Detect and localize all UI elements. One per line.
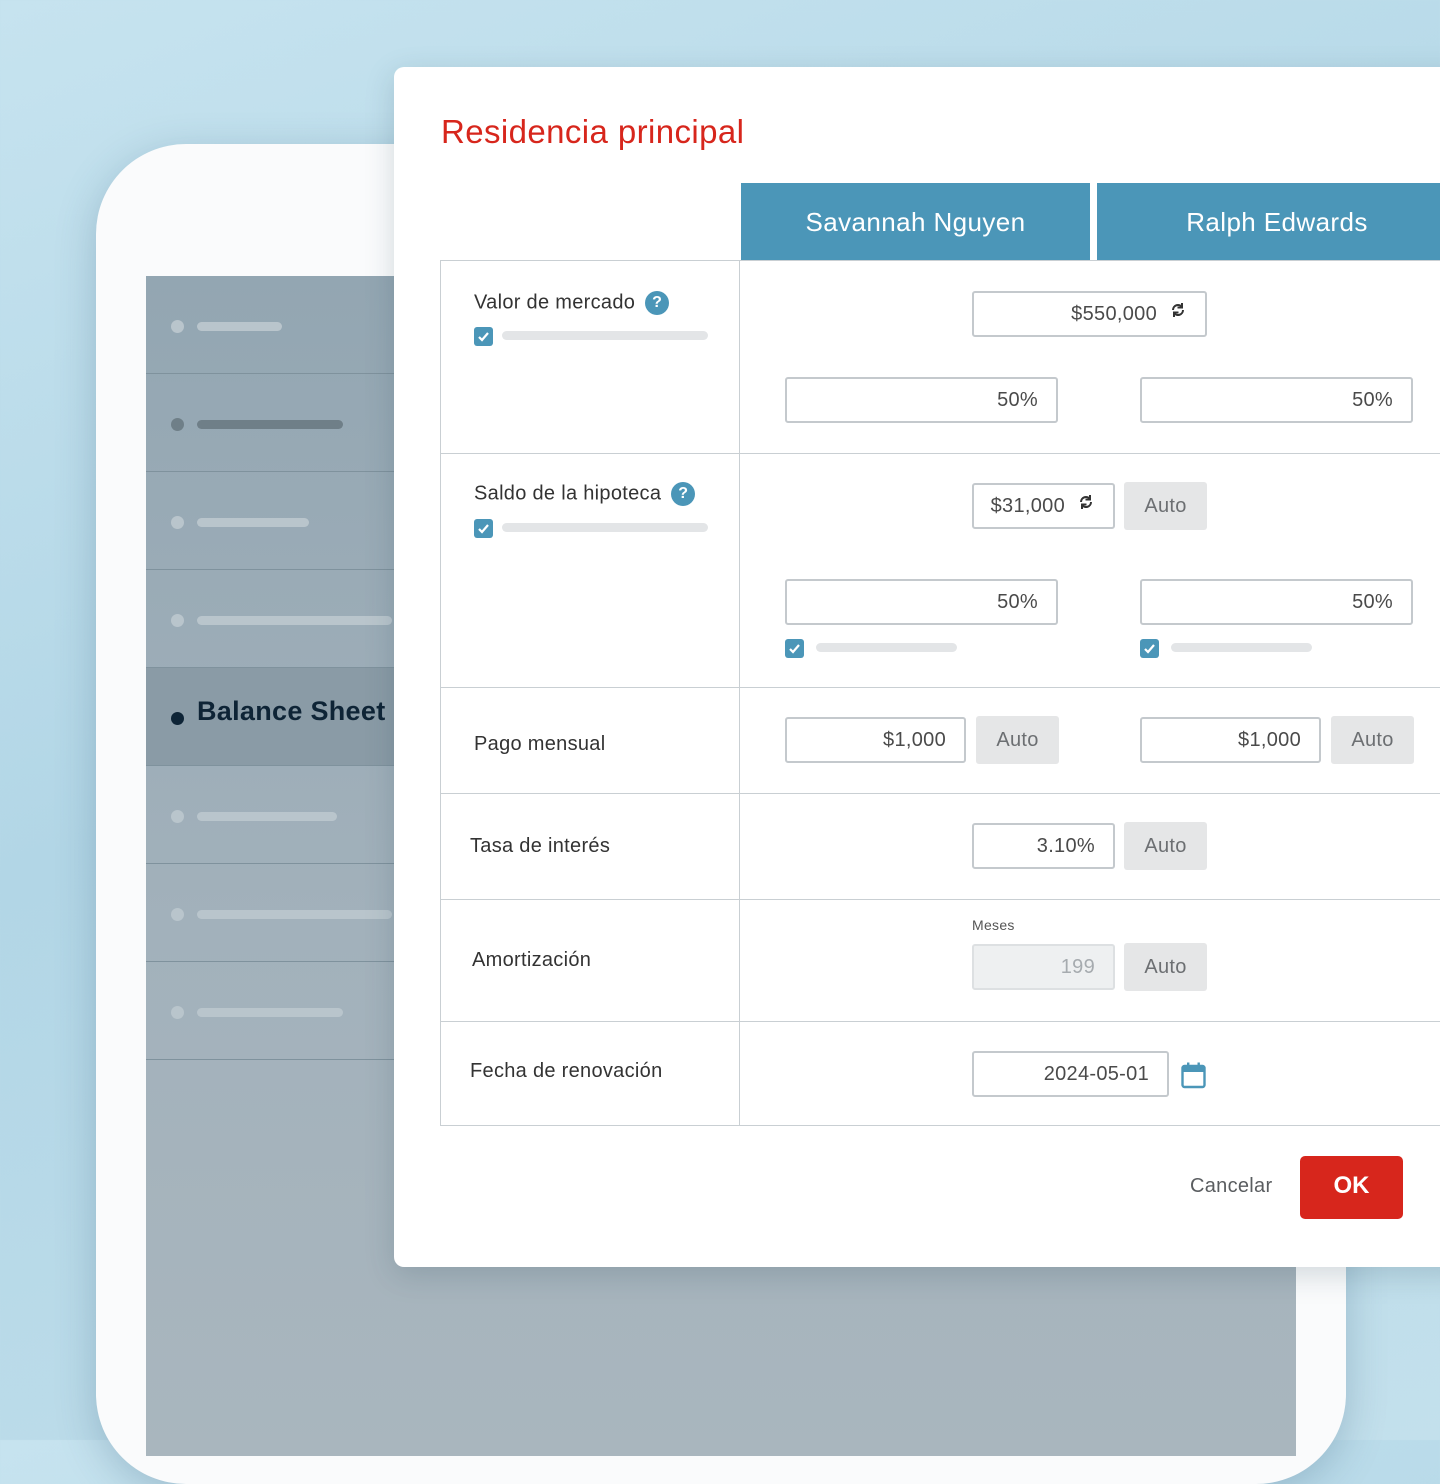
placeholder-bar xyxy=(197,616,392,625)
ok-button[interactable]: OK xyxy=(1300,1156,1403,1219)
sidebar-item[interactable] xyxy=(146,570,396,668)
market-value-label-text: Valor de mercado xyxy=(474,291,636,314)
amortization-auto-button[interactable]: Auto xyxy=(1124,943,1207,991)
mortgage-balance-split-1[interactable]: 50% xyxy=(785,579,1058,625)
form-grid: Valor de mercado? $550,000 50% 50% Saldo… xyxy=(440,260,1440,1126)
checkmark-icon xyxy=(789,644,800,654)
placeholder-bar xyxy=(197,812,337,821)
row-monthly-payment: Pago mensual $1,000 Auto $1,000 Auto xyxy=(441,688,1440,794)
cancel-button[interactable]: Cancelar xyxy=(1190,1175,1272,1198)
mortgage-balance-auto-button[interactable]: Auto xyxy=(1124,482,1207,530)
monthly-payment-auto-button-2[interactable]: Auto xyxy=(1331,716,1414,764)
market-value-checkbox[interactable] xyxy=(474,327,493,346)
interest-rate-label: Tasa de interés xyxy=(470,835,611,857)
placeholder-bar xyxy=(197,910,392,919)
sync-icon[interactable] xyxy=(1169,292,1187,334)
months-label: Meses xyxy=(972,917,1015,933)
bullet-icon xyxy=(171,908,184,921)
mortgage-balance-split-2[interactable]: 50% xyxy=(1140,579,1413,625)
market-value-label: Valor de mercado? xyxy=(474,291,670,315)
market-value-text: $550,000 xyxy=(1071,303,1157,325)
row-interest-rate: Tasa de interés 3.10% Auto xyxy=(441,794,1440,900)
checkmark-icon xyxy=(1144,644,1155,654)
placeholder-bar xyxy=(502,331,708,340)
bullet-icon xyxy=(171,1006,184,1019)
sidebar-item[interactable] xyxy=(146,864,396,962)
calendar-icon[interactable] xyxy=(1181,1062,1206,1094)
sidebar-item[interactable] xyxy=(146,276,396,374)
amortization-months-input[interactable]: 199 xyxy=(972,944,1115,990)
interest-rate-input[interactable]: 3.10% xyxy=(972,823,1115,869)
sidebar: Balance Sheet xyxy=(146,276,396,1060)
bullet-icon xyxy=(171,516,184,529)
mortgage-split-2-checkbox[interactable] xyxy=(1140,639,1159,658)
bullet-icon xyxy=(171,712,184,725)
sidebar-item[interactable] xyxy=(146,374,396,472)
mortgage-balance-label-text: Saldo de la hipoteca xyxy=(474,482,662,505)
bullet-icon xyxy=(171,418,184,431)
column-header-person-2: Ralph Edwards xyxy=(1097,183,1440,261)
renewal-date-label: Fecha de renovación xyxy=(470,1060,663,1082)
sidebar-item-label: Balance Sheet xyxy=(197,696,386,726)
mortgage-balance-label: Saldo de la hipoteca? xyxy=(474,482,696,506)
sidebar-item-balance-sheet[interactable]: Balance Sheet xyxy=(146,668,396,766)
placeholder-bar xyxy=(816,643,957,652)
monthly-payment-auto-button-1[interactable]: Auto xyxy=(976,716,1059,764)
sidebar-item[interactable] xyxy=(146,962,396,1060)
mortgage-balance-text: $31,000 xyxy=(990,495,1065,517)
sidebar-item[interactable] xyxy=(146,472,396,570)
monthly-payment-input-1[interactable]: $1,000 xyxy=(785,717,966,763)
bullet-icon xyxy=(171,614,184,627)
placeholder-bar xyxy=(1171,643,1312,652)
mortgage-balance-input[interactable]: $31,000 xyxy=(972,483,1115,529)
mortgage-balance-checkbox[interactable] xyxy=(474,519,493,538)
monthly-payment-input-2[interactable]: $1,000 xyxy=(1140,717,1321,763)
help-icon[interactable]: ? xyxy=(671,482,696,506)
market-value-split-2[interactable]: 50% xyxy=(1140,377,1413,423)
checkmark-icon xyxy=(478,332,489,342)
row-renewal-date: Fecha de renovación 2024-05-01 xyxy=(441,1022,1440,1127)
placeholder-bar xyxy=(197,322,282,331)
renewal-date-input[interactable]: 2024-05-01 xyxy=(972,1051,1169,1097)
help-icon[interactable]: ? xyxy=(645,291,670,315)
mortgage-split-1-checkbox[interactable] xyxy=(785,639,804,658)
sidebar-item[interactable] xyxy=(146,766,396,864)
placeholder-bar xyxy=(502,523,708,532)
amortization-label: Amortización xyxy=(472,949,592,971)
monthly-payment-label: Pago mensual xyxy=(474,733,606,755)
row-amortization: Amortización Meses 199 Auto xyxy=(441,900,1440,1022)
residence-dialog: Residencia principal Savannah Nguyen Ral… xyxy=(394,67,1440,1267)
dialog-title: Residencia principal xyxy=(441,113,745,150)
bullet-icon xyxy=(171,810,184,823)
sync-icon[interactable] xyxy=(1077,484,1095,526)
row-mortgage-balance: Saldo de la hipoteca? $31,000 Auto 50% 5… xyxy=(441,454,1440,688)
placeholder-bar xyxy=(197,518,309,527)
interest-rate-auto-button[interactable]: Auto xyxy=(1124,822,1207,870)
column-header-person-1: Savannah Nguyen xyxy=(741,183,1090,261)
market-value-split-1[interactable]: 50% xyxy=(785,377,1058,423)
checkmark-icon xyxy=(478,524,489,534)
row-market-value: Valor de mercado? $550,000 50% 50% xyxy=(441,261,1440,454)
placeholder-bar xyxy=(197,1008,343,1017)
bullet-icon xyxy=(171,320,184,333)
market-value-input[interactable]: $550,000 xyxy=(972,291,1207,337)
placeholder-bar xyxy=(197,420,343,429)
